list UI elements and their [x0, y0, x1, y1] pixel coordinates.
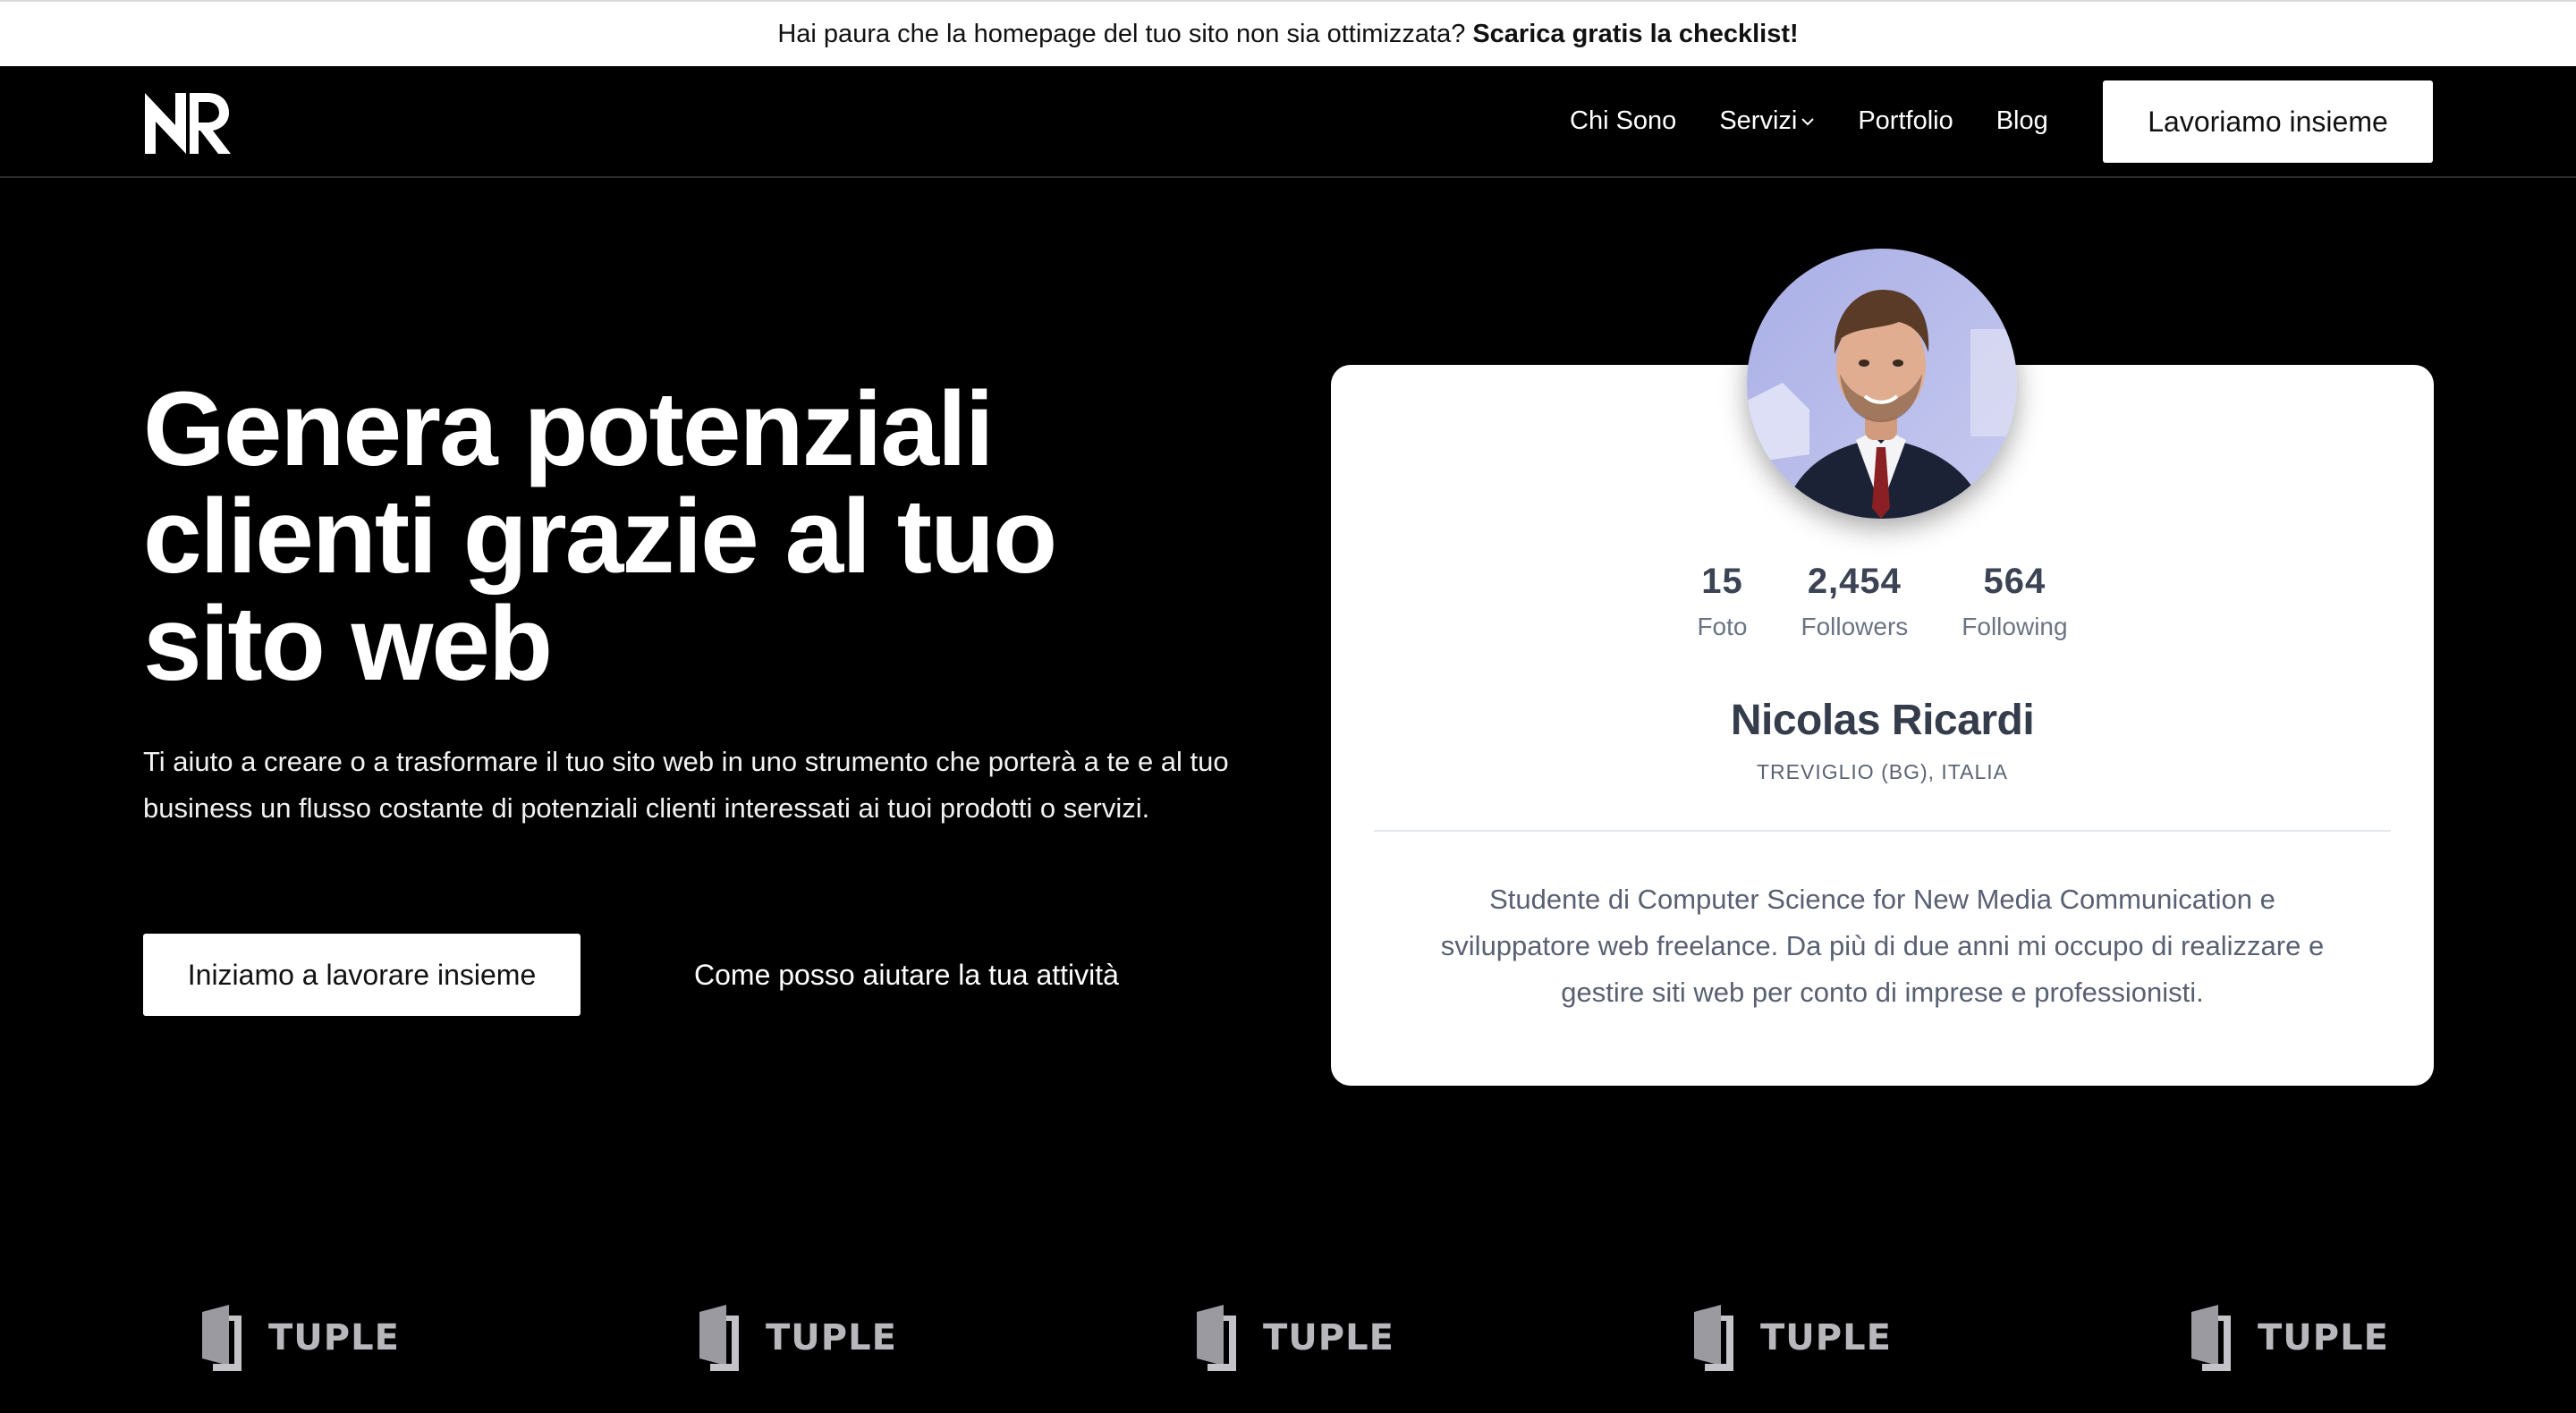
announcement-text: Hai paura che la homepage del tuo sito n…	[777, 19, 1466, 48]
stat-photos: 15 Foto	[1697, 562, 1747, 641]
nav-blog[interactable]: Blog	[1996, 106, 2048, 136]
stat-value: 15	[1701, 562, 1743, 601]
nav-chi-sono[interactable]: Chi Sono	[1570, 106, 1676, 136]
card-divider	[1374, 830, 2391, 832]
client-logo: TUPLE	[2188, 1302, 2389, 1374]
logo-cloud: TUPLE TUPLE TUPLE TUPLE TUPLE	[0, 1302, 2576, 1383]
stat-value: 2,454	[1807, 562, 1902, 601]
nav-label: Chi Sono	[1570, 106, 1677, 135]
announcement-bar: Hai paura che la homepage del tuo sito n…	[0, 0, 2576, 66]
profile-location: TREVIGLIO (BG), ITALIA	[1756, 760, 2008, 783]
nav-servizi[interactable]: Servizi	[1719, 106, 1815, 136]
header-cta-button[interactable]: Lavoriamo insieme	[2103, 80, 2433, 163]
nav-portfolio[interactable]: Portfolio	[1858, 106, 1953, 136]
stat-following: 564 Following	[1962, 562, 2067, 641]
hero-title: Genera potenziali clienti grazie al tuo …	[143, 370, 1057, 703]
tuple-door-icon	[2191, 1305, 2231, 1371]
nav-label: Blog	[1996, 106, 2048, 135]
logo-wordmark: TUPLE	[766, 1317, 897, 1358]
brand-logo[interactable]	[143, 89, 233, 156]
avatar	[1747, 249, 2017, 519]
logo-wordmark: TUPLE	[1760, 1317, 1892, 1358]
nav-label: Portfolio	[1858, 106, 1953, 135]
nr-monogram-logo	[145, 93, 231, 154]
logo-wordmark: TUPLE	[2258, 1317, 2389, 1358]
how-i-help-link[interactable]: Come posso aiutare la tua attività	[694, 934, 1119, 1016]
tuple-door-icon	[1694, 1305, 1733, 1371]
stat-label: Foto	[1697, 613, 1748, 640]
stat-value: 564	[1983, 562, 2046, 601]
start-working-button[interactable]: Iniziamo a lavorare insieme	[143, 934, 580, 1016]
client-logo: TUPLE	[1193, 1302, 1394, 1374]
logo-wordmark: TUPLE	[1263, 1317, 1394, 1358]
profile-stats: 15 Foto 2,454 Followers 564 Following	[1331, 562, 2434, 641]
nav-label: Servizi	[1719, 106, 1798, 135]
profile-photo	[1747, 249, 2017, 519]
logo-wordmark: TUPLE	[268, 1317, 400, 1358]
announcement-link[interactable]: Scarica gratis la checklist!	[1472, 20, 1798, 49]
tuple-door-icon	[1197, 1305, 1236, 1371]
chevron-down-icon	[1801, 117, 1815, 125]
profile-bio: Studente di Computer Science for New Med…	[1440, 884, 2325, 1008]
stat-label: Following	[1962, 613, 2068, 640]
main-nav: Chi Sono Servizi Portfolio Blog	[1570, 66, 2091, 176]
client-logo: TUPLE	[1690, 1302, 1892, 1374]
client-logo: TUPLE	[696, 1302, 897, 1374]
client-logo: TUPLE	[199, 1302, 400, 1374]
site-header: Chi Sono Servizi Portfolio Blog Lavoriam…	[0, 66, 2576, 178]
hero-description: Ti aiuto a creare o a trasformare il tuo…	[143, 746, 1229, 824]
tuple-door-icon	[202, 1305, 242, 1371]
profile-name: Nicolas Ricardi	[1730, 697, 2035, 744]
stat-followers: 2,454 Followers	[1801, 562, 1908, 641]
tuple-door-icon	[699, 1305, 739, 1371]
stat-label: Followers	[1801, 613, 1909, 640]
